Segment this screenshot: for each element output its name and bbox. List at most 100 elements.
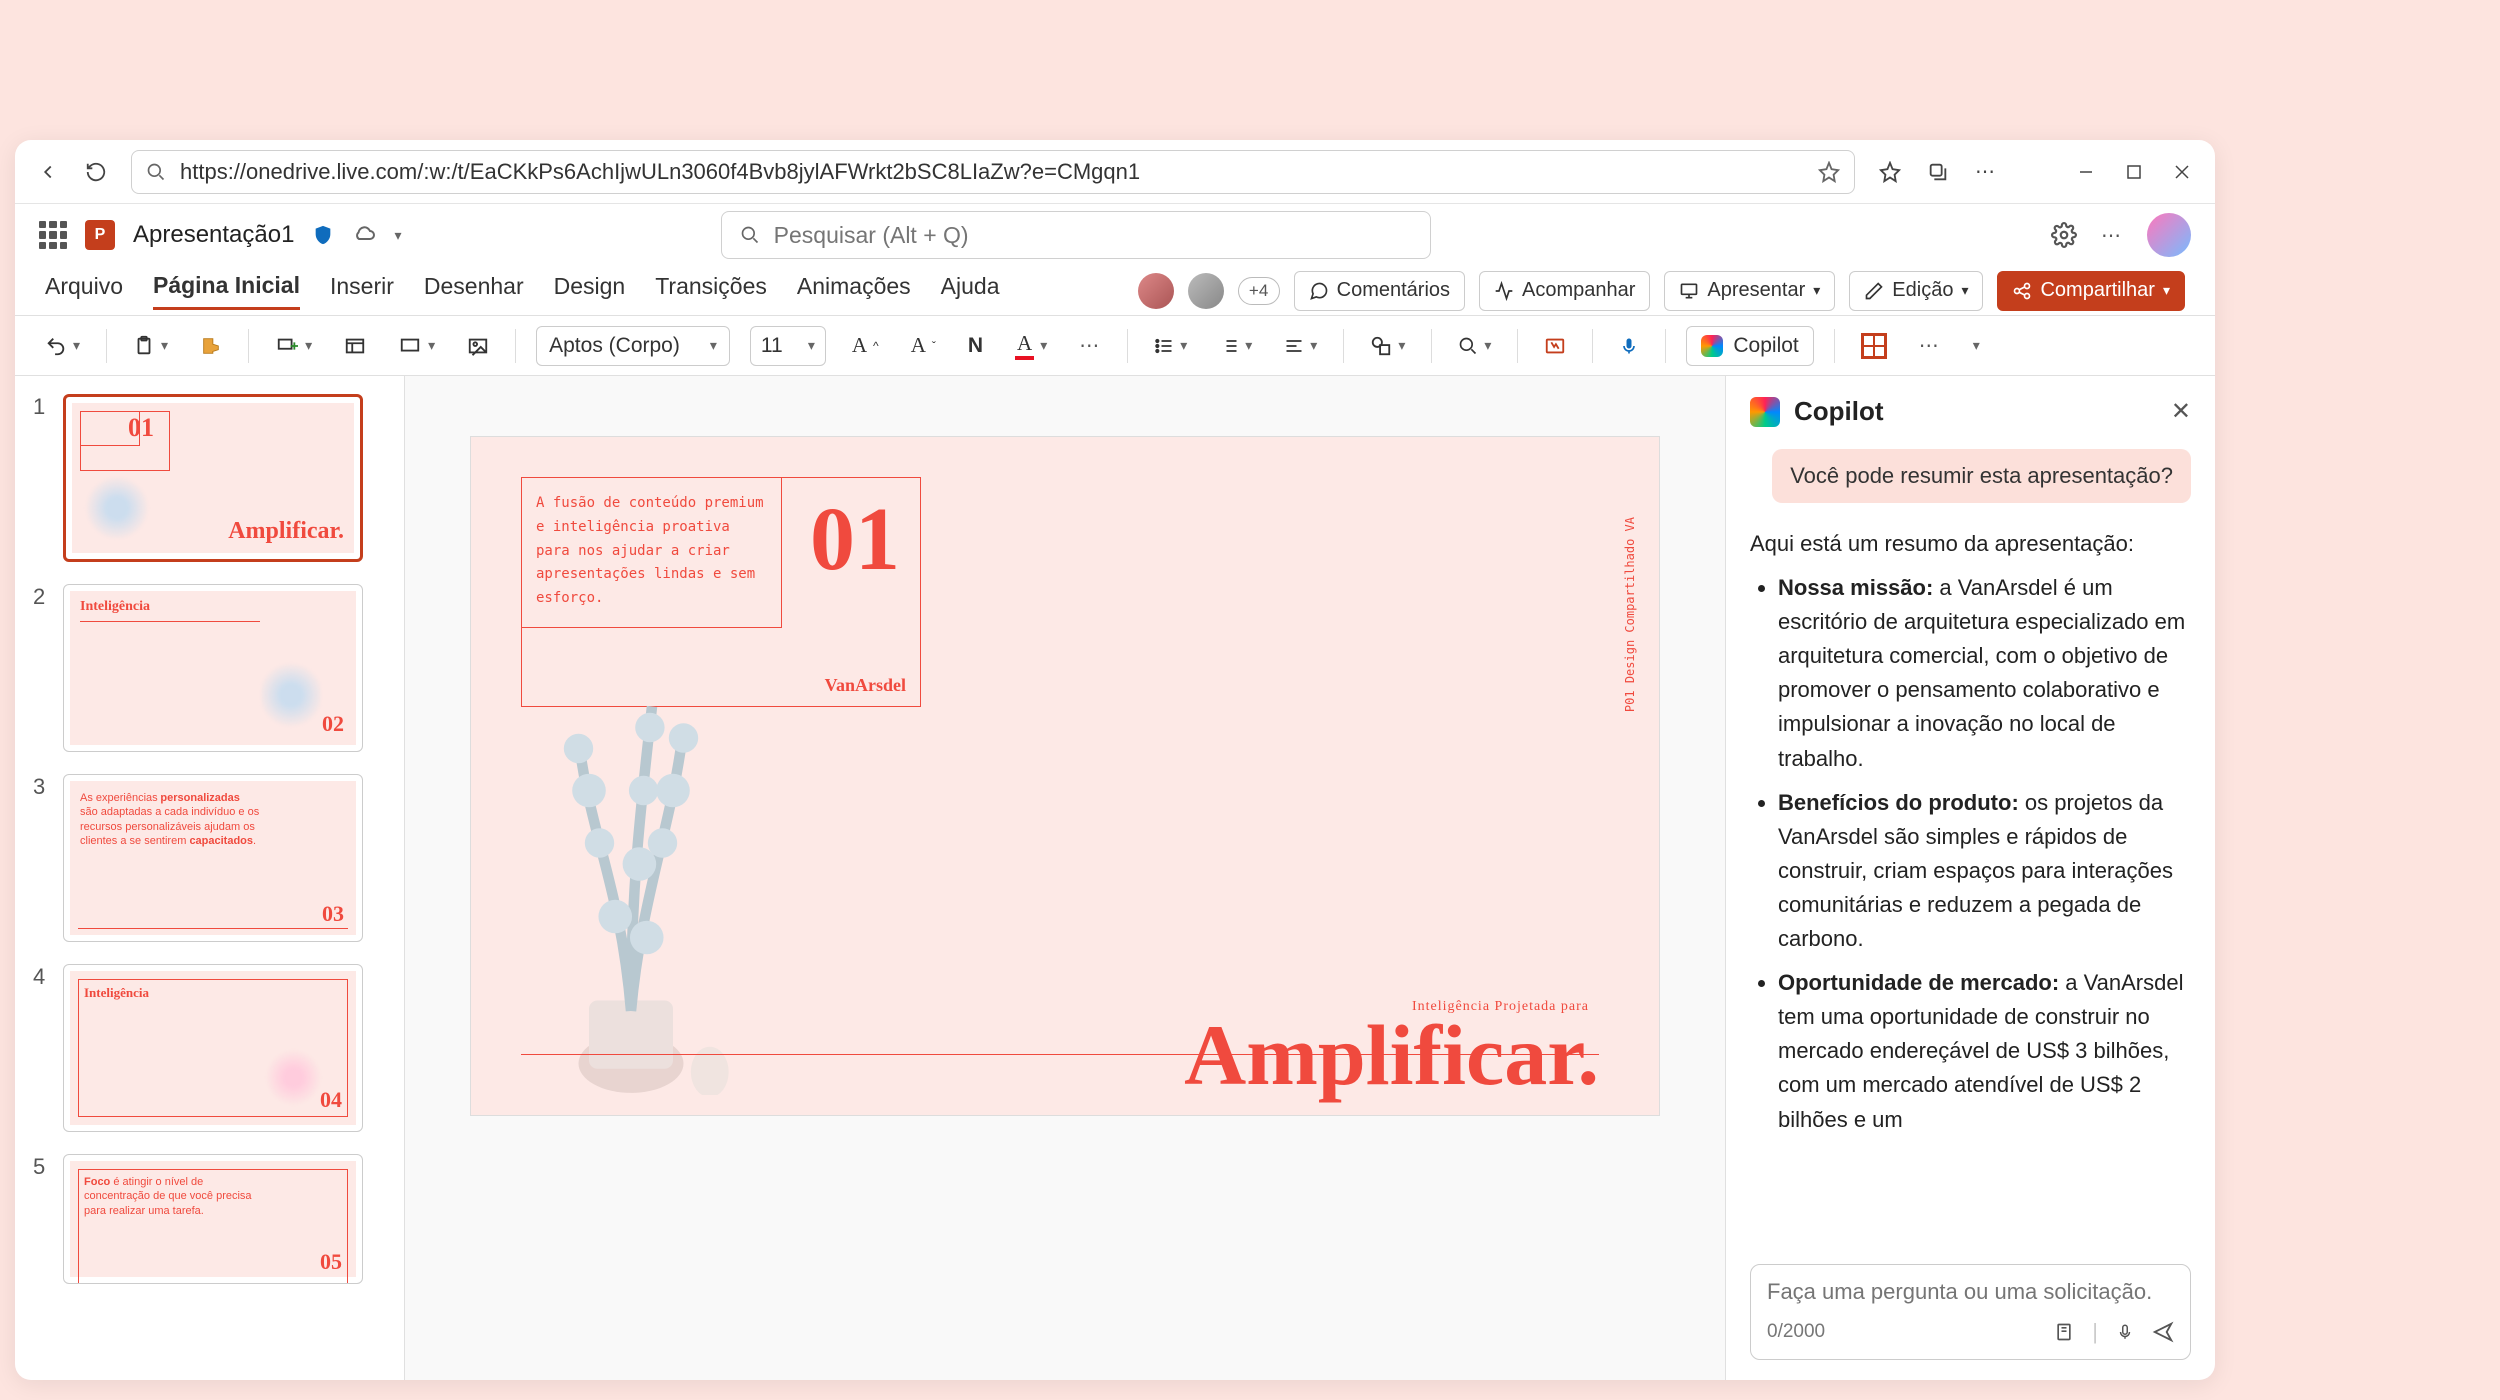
copilot-input[interactable] [1767, 1279, 2174, 1305]
tab-desenhar[interactable]: Desenhar [424, 273, 524, 308]
user-prompt-bubble: Você pode resumir esta apresentação? [1772, 449, 2191, 503]
app-title-bar: P Apresentação1 ▾ ⋯ [15, 204, 2215, 266]
slide-number: 3 [33, 774, 55, 942]
present-icon [1679, 281, 1699, 301]
settings-icon[interactable] [2051, 222, 2077, 248]
designer-button[interactable] [1538, 331, 1572, 361]
thumbnail-slide-2[interactable]: Inteligência 02 [63, 584, 363, 752]
comments-button[interactable]: Comentários [1294, 271, 1465, 311]
copilot-pane: Copilot ✕ Você pode resumir esta apresen… [1725, 376, 2215, 1380]
share-icon [2012, 281, 2032, 301]
shrink-font-button[interactable]: Aˇ [905, 329, 942, 362]
tab-transicoes[interactable]: Transições [655, 273, 767, 308]
slide-brand: VanArsdel [825, 675, 906, 696]
new-slide-button[interactable]: ▾ [269, 331, 318, 361]
thumbnail-slide-1[interactable]: 01 Amplificar. [63, 394, 363, 562]
address-bar[interactable] [131, 150, 1855, 194]
more-toolbar-button[interactable]: ⋯ [1913, 329, 1947, 362]
send-icon[interactable] [2152, 1321, 2174, 1343]
slide-number: 2 [33, 584, 55, 752]
tab-animacoes[interactable]: Animações [797, 273, 911, 308]
tab-inserir[interactable]: Inserir [330, 273, 394, 308]
thumbnail-slide-4[interactable]: Inteligência 04 [63, 964, 363, 1132]
cloud-sync-icon[interactable] [352, 223, 376, 247]
thumbnail-slide-5[interactable]: Foco é atingir o nível de concentração d… [63, 1154, 363, 1284]
find-button[interactable]: ▾ [1452, 332, 1497, 360]
back-icon[interactable] [35, 159, 61, 185]
share-button[interactable]: Compartilhar ▾ [1997, 271, 2185, 311]
url-input[interactable] [180, 159, 1804, 185]
refresh-icon[interactable] [83, 159, 109, 185]
dictate-button[interactable] [1613, 330, 1645, 362]
slide-text-box: A fusão de conteúdo premium e inteligênc… [522, 478, 782, 628]
prompt-book-icon[interactable] [2054, 1321, 2074, 1343]
paste-button[interactable]: ▾ [127, 331, 174, 361]
bullets-button[interactable]: ▾ [1148, 332, 1193, 360]
tab-ajuda[interactable]: Ajuda [941, 273, 1000, 308]
grow-font-button[interactable]: A^ [846, 329, 885, 362]
maximize-icon[interactable] [2121, 159, 2147, 185]
slide-canvas[interactable]: A fusão de conteúdo premium e inteligênc… [405, 376, 1725, 1380]
layout-button[interactable] [338, 331, 372, 361]
copilot-button[interactable]: Copilot [1686, 326, 1813, 366]
shield-icon[interactable] [312, 224, 334, 246]
app-launcher-icon[interactable] [39, 221, 67, 249]
collaborator-count[interactable]: +4 [1238, 277, 1280, 305]
tab-arquivo[interactable]: Arquivo [45, 273, 123, 308]
more-font-button[interactable]: ⋯ [1073, 329, 1107, 362]
format-painter-button[interactable] [194, 331, 228, 361]
font-color-button[interactable]: A▾ [1009, 327, 1053, 364]
chevron-down-icon[interactable]: ▾ [394, 227, 401, 244]
slide-number: 4 [33, 964, 55, 1132]
slide-number-big: 01 [810, 488, 900, 591]
more-icon[interactable]: ⋯ [2101, 223, 2123, 248]
slide-number: 5 [33, 1154, 55, 1284]
search-icon [740, 225, 760, 245]
tab-pagina-inicial[interactable]: Página Inicial [153, 272, 300, 310]
char-counter: 0/2000 [1767, 1321, 1825, 1343]
activity-icon [1494, 281, 1514, 301]
browser-more-icon[interactable]: ⋯ [1973, 159, 1999, 185]
document-title[interactable]: Apresentação1 [133, 221, 294, 249]
font-select[interactable]: Aptos (Corpo)▾ [536, 326, 730, 366]
tab-design[interactable]: Design [554, 273, 626, 308]
favorites-icon[interactable] [1877, 159, 1903, 185]
catchup-button[interactable]: Acompanhar [1479, 271, 1650, 311]
present-button[interactable]: Apresentar ▾ [1664, 271, 1835, 311]
plant-image [511, 675, 751, 1095]
search-icon [146, 162, 166, 182]
browser-window: ⋯ P Apresentação1 ▾ [15, 140, 2215, 1380]
minimize-icon[interactable] [2073, 159, 2099, 185]
font-size[interactable]: 11▾ [750, 326, 826, 366]
powerpoint-icon: P [85, 220, 115, 250]
close-pane-button[interactable]: ✕ [2171, 397, 2191, 426]
image-button[interactable] [461, 331, 495, 361]
undo-button[interactable]: ▾ [39, 331, 86, 361]
slide-main[interactable]: A fusão de conteúdo premium e inteligênc… [470, 436, 1660, 1116]
thumbnail-slide-3[interactable]: As experiências personalizadas são adapt… [63, 774, 363, 942]
comment-icon [1309, 281, 1329, 301]
collaborator-avatar[interactable] [1188, 273, 1224, 309]
copilot-input-box[interactable]: 0/2000 | [1750, 1264, 2191, 1360]
numbering-button[interactable]: ▾ [1213, 332, 1258, 360]
pencil-icon [1864, 281, 1884, 301]
user-avatar[interactable] [2147, 213, 2191, 257]
close-icon[interactable] [2169, 159, 2195, 185]
section-button[interactable]: ▾ [392, 331, 441, 361]
grid-view-button[interactable] [1855, 329, 1893, 363]
search-input[interactable] [774, 222, 1412, 249]
search-box[interactable] [721, 211, 1431, 259]
slide-thumbnails: 1 01 Amplificar. 2 Inteligência [15, 376, 405, 1380]
mic-icon[interactable] [2116, 1321, 2134, 1343]
collapse-ribbon-button[interactable]: ▾ [1967, 333, 1986, 358]
slide-number: 1 [33, 394, 55, 562]
star-add-icon[interactable] [1818, 161, 1840, 183]
editing-button[interactable]: Edição ▾ [1849, 271, 1983, 311]
align-button[interactable]: ▾ [1278, 332, 1323, 360]
collections-icon[interactable] [1925, 159, 1951, 185]
ribbon-tabs: Arquivo Página Inicial Inserir Desenhar … [15, 266, 2215, 316]
shapes-button[interactable]: ▾ [1364, 331, 1411, 361]
bold-button[interactable]: N [962, 330, 989, 362]
browser-toolbar: ⋯ [15, 140, 2215, 204]
collaborator-avatar[interactable] [1138, 273, 1174, 309]
